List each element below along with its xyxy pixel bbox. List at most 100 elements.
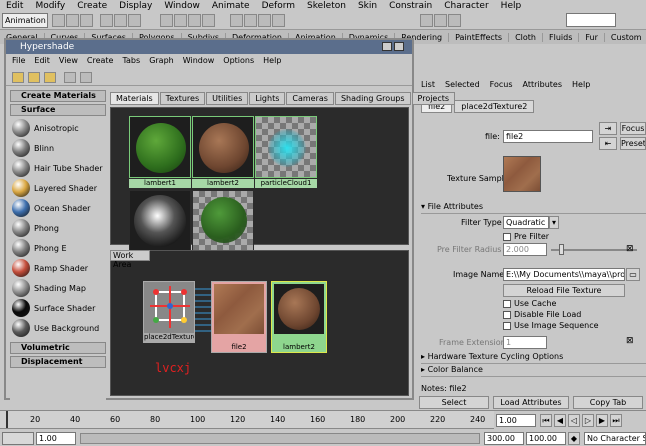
- attr-menu-help[interactable]: Help: [572, 80, 590, 89]
- material-swatch[interactable]: [129, 190, 191, 252]
- shelf-tab-fluids[interactable]: Fluids: [543, 32, 580, 42]
- current-frame-field[interactable]: 1.00: [496, 414, 536, 427]
- hs-menu-file[interactable]: File: [12, 56, 25, 68]
- attr-menu-list[interactable]: List: [421, 80, 435, 89]
- shelf-tab-cloth[interactable]: Cloth: [509, 32, 544, 42]
- tab-utilities[interactable]: Utilities: [206, 92, 249, 105]
- menu-item-character[interactable]: Character: [444, 1, 488, 11]
- map-button-icon[interactable]: ⊠: [626, 244, 634, 254]
- mode-selector[interactable]: Animation: [2, 13, 48, 28]
- material-item[interactable]: Phong E: [10, 238, 106, 258]
- playback-end-field[interactable]: 100.00: [526, 432, 566, 445]
- hs-menu-edit[interactable]: Edit: [34, 56, 50, 68]
- render-globals-icon[interactable]: [272, 14, 285, 27]
- snap-view-icon[interactable]: [202, 14, 215, 27]
- tool-settings-toggle-icon[interactable]: [448, 14, 461, 27]
- surface-header[interactable]: Surface: [10, 104, 106, 116]
- texture-sample-swatch[interactable]: [503, 156, 541, 192]
- image-name-field[interactable]: E:\\My Documents\\maya\\projects\\defaul…: [503, 268, 625, 281]
- tab-textures[interactable]: Textures: [159, 92, 206, 105]
- tab-projects[interactable]: Projects: [411, 92, 456, 105]
- hs-menu-view[interactable]: View: [59, 56, 78, 68]
- tool-icon[interactable]: [64, 72, 76, 83]
- color-balance-header[interactable]: ▸ Color Balance: [421, 365, 646, 377]
- maximize-icon[interactable]: [394, 42, 404, 51]
- attr-menu-selected[interactable]: Selected: [445, 80, 480, 89]
- tab-cameras[interactable]: Cameras: [286, 92, 334, 105]
- snap-curve-icon[interactable]: [174, 14, 187, 27]
- lambert1-swatch[interactable]: [129, 116, 191, 178]
- menu-item-display[interactable]: Display: [119, 1, 152, 11]
- go-end-icon[interactable]: ⏭: [610, 414, 622, 427]
- menu-item-skin[interactable]: Skin: [358, 1, 377, 11]
- hs-menu-help[interactable]: Help: [263, 56, 281, 68]
- disable-load-checkbox[interactable]: [503, 310, 511, 319]
- use-frame-checkbox[interactable]: [503, 321, 511, 330]
- tab-materials[interactable]: Materials: [110, 92, 159, 105]
- start-frame-field[interactable]: 1.00: [36, 432, 76, 445]
- tool-icon[interactable]: [12, 72, 24, 83]
- render-icon[interactable]: [244, 14, 257, 27]
- menu-item-animate[interactable]: Animate: [212, 1, 250, 11]
- tab-work-area[interactable]: Work Area: [110, 250, 150, 269]
- node-name-field[interactable]: file2: [503, 130, 593, 143]
- presets-icon[interactable]: ⇤: [599, 137, 617, 150]
- tab-lights[interactable]: Lights: [249, 92, 286, 105]
- focus-button[interactable]: Focus: [620, 122, 646, 135]
- menu-item-constrain[interactable]: Constrain: [389, 1, 432, 11]
- menu-item-help[interactable]: Help: [501, 1, 522, 11]
- save-scene-icon[interactable]: [80, 14, 93, 27]
- menu-item-deform[interactable]: Deform: [262, 1, 295, 11]
- select-button[interactable]: Select: [419, 396, 489, 409]
- shelf-tab-fur[interactable]: Fur: [579, 32, 605, 42]
- file-attributes-header[interactable]: ▾ File Attributes: [421, 202, 646, 214]
- slider-handle[interactable]: [559, 244, 564, 255]
- material-item[interactable]: Layered Shader: [10, 178, 106, 198]
- select-component-icon[interactable]: [128, 14, 141, 27]
- filter-type-select[interactable]: Quadratic: [503, 216, 549, 229]
- ipr-render-icon[interactable]: [258, 14, 271, 27]
- range-slider[interactable]: [80, 433, 480, 444]
- hypershade-titlebar[interactable]: Hypershade: [6, 40, 412, 54]
- shelf-tab-painteffects[interactable]: PaintEffects: [449, 32, 510, 42]
- file2-node[interactable]: file2: [211, 281, 267, 353]
- material-item[interactable]: Shading Map: [10, 278, 106, 298]
- end-time-field[interactable]: 300.00: [484, 432, 524, 445]
- attr-menu-focus[interactable]: Focus: [490, 80, 513, 89]
- new-scene-icon[interactable]: [52, 14, 65, 27]
- character-set-field[interactable]: No Character Set: [584, 432, 646, 445]
- map-button-icon[interactable]: ⊠: [626, 336, 634, 346]
- tool-icon[interactable]: [28, 72, 40, 83]
- pre-filter-radius-field[interactable]: 2.000: [503, 243, 547, 256]
- material-item[interactable]: Anisotropic: [10, 118, 106, 138]
- menu-item-modify[interactable]: Modify: [35, 1, 65, 11]
- frame-ext-field[interactable]: 1: [503, 336, 547, 349]
- menu-item-skeleton[interactable]: Skeleton: [307, 1, 346, 11]
- hs-menu-options[interactable]: Options: [223, 56, 254, 68]
- material-item[interactable]: Hair Tube Shader: [10, 158, 106, 178]
- open-scene-icon[interactable]: [66, 14, 79, 27]
- place2dtexture-node[interactable]: place2dTexture: [143, 281, 195, 343]
- tab-shading-groups[interactable]: Shading Groups: [334, 92, 411, 105]
- load-attributes-button[interactable]: Load Attributes: [493, 396, 569, 409]
- hs-menu-create[interactable]: Create: [87, 56, 114, 68]
- menu-item-create[interactable]: Create: [77, 1, 107, 11]
- hs-menu-window[interactable]: Window: [183, 56, 215, 68]
- displacement-header[interactable]: Displacement: [10, 356, 106, 368]
- particlecloud1-swatch[interactable]: [255, 116, 317, 178]
- material-item[interactable]: Ocean Shader: [10, 198, 106, 218]
- tool-icon[interactable]: [44, 72, 56, 83]
- select-hierarchy-icon[interactable]: [100, 14, 113, 27]
- material-item[interactable]: Phong: [10, 218, 106, 238]
- pre-filter-checkbox[interactable]: [503, 232, 511, 241]
- select-object-icon[interactable]: [114, 14, 127, 27]
- material-swatch[interactable]: [192, 190, 254, 252]
- focus-icon[interactable]: ⇥: [599, 122, 617, 135]
- minimize-icon[interactable]: [382, 42, 392, 51]
- step-forward-icon[interactable]: ▶: [596, 414, 608, 427]
- use-cache-checkbox[interactable]: [503, 299, 511, 308]
- hs-menu-tabs[interactable]: Tabs: [122, 56, 140, 68]
- hs-menu-graph[interactable]: Graph: [149, 56, 174, 68]
- presets-button[interactable]: Presets: [620, 137, 646, 150]
- volumetric-header[interactable]: Volumetric: [10, 342, 106, 354]
